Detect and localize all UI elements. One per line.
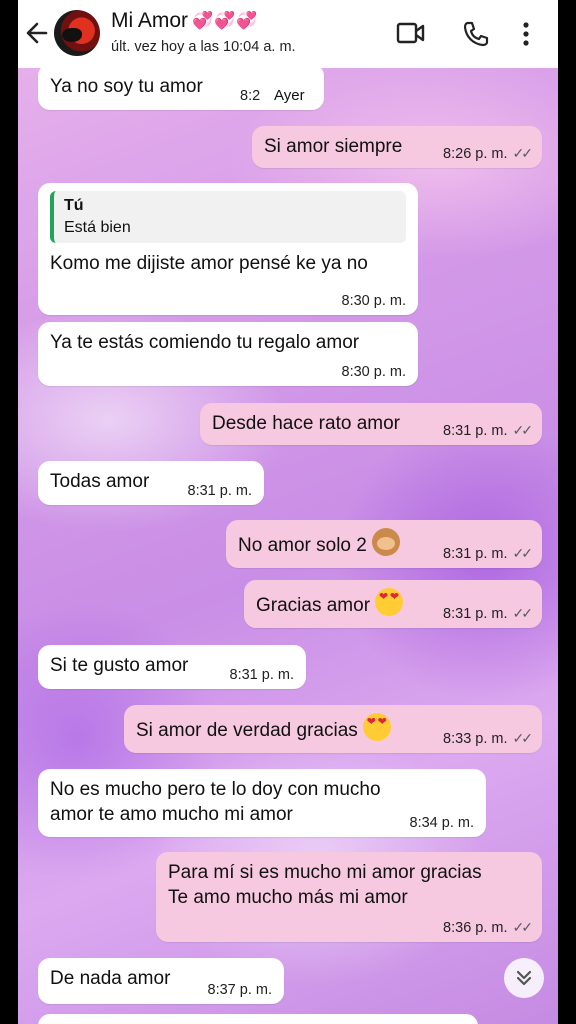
message-incoming-partial[interactable] xyxy=(38,1014,478,1024)
message-time: 8:31 p. m. ✓✓ xyxy=(443,545,534,562)
message-time: 8:31 p. m. ✓✓ xyxy=(443,422,534,439)
read-ticks-icon: ✓✓ xyxy=(512,919,534,935)
message-outgoing[interactable]: Para mí si es mucho mi amor gracias Te a… xyxy=(156,852,542,942)
read-ticks-icon: ✓✓ xyxy=(512,730,534,746)
message-outgoing[interactable]: No amor solo 2 8:31 p. m. ✓✓ xyxy=(226,520,542,568)
message-time: 8:2 xyxy=(240,88,261,104)
quote-author: Tú xyxy=(64,197,84,214)
chat-header: Mi Amor 💞💞💞 últ. vez hoy a las 10:04 a. … xyxy=(18,0,558,68)
read-ticks-icon: ✓✓ xyxy=(512,145,534,161)
message-incoming[interactable]: Todas amor 8:31 p. m. xyxy=(38,461,264,505)
message-outgoing[interactable]: Si amor siempre 8:26 p. m. ✓✓ xyxy=(252,126,542,168)
message-incoming[interactable]: De nada amor 8:37 p. m. xyxy=(38,958,284,1004)
read-ticks-icon: ✓✓ xyxy=(512,422,534,438)
voice-call-icon[interactable] xyxy=(462,20,490,53)
quoted-message[interactable]: Tú Está bien xyxy=(50,191,406,243)
message-incoming[interactable]: Tú Está bien Komo me dijiste amor pensé … xyxy=(38,183,418,315)
message-time: 8:33 p. m. ✓✓ xyxy=(443,730,534,747)
read-ticks-icon: ✓✓ xyxy=(512,605,534,621)
video-call-icon[interactable] xyxy=(396,20,426,51)
message-time: 8:30 p. m. xyxy=(341,364,406,380)
message-incoming[interactable]: Si te gusto amor 8:31 p. m. xyxy=(38,645,306,689)
day-label: Ayer xyxy=(272,87,307,104)
monkey-emoji-icon xyxy=(371,528,400,556)
back-arrow-icon[interactable] xyxy=(24,18,52,48)
contact-name: Mi Amor xyxy=(111,9,189,32)
message-text: Ya te estás comiendo tu regalo amor xyxy=(50,332,360,353)
message-outgoing[interactable]: Gracias amor 8:31 p. m.✓✓ xyxy=(244,580,542,628)
message-time: 8:34 p. m. xyxy=(409,815,474,831)
read-ticks-icon: ✓✓ xyxy=(512,545,534,561)
message-outgoing[interactable]: Desde hace rato amor 8:31 p. m. ✓✓ xyxy=(200,403,542,445)
contact-avatar[interactable] xyxy=(54,10,100,56)
message-time: 8:37 p. m. xyxy=(207,982,272,998)
message-outgoing[interactable]: Si amor de verdad gracias 8:33 p. m.✓✓ xyxy=(124,705,542,753)
chat-screen: Mi Amor 💞💞💞 últ. vez hoy a las 10:04 a. … xyxy=(18,0,558,1024)
contact-title[interactable]: Mi Amor 💞💞💞 xyxy=(111,9,259,33)
more-options-icon[interactable] xyxy=(520,20,532,53)
quote-text: Está bien xyxy=(64,219,131,236)
last-seen-status: últ. vez hoy a las 10:04 a. m. xyxy=(111,39,296,55)
message-incoming[interactable]: Ya no soy tu amor 8:2 Ayer xyxy=(38,64,324,110)
hearts-emoji: 💞💞💞 xyxy=(192,11,259,30)
message-time: 8:31 p. m. xyxy=(187,483,252,499)
scroll-to-bottom-button[interactable] xyxy=(504,958,544,998)
message-text: Komo me dijiste amor pensé ke ya no xyxy=(50,253,368,274)
heart-eyes-emoji-icon xyxy=(375,588,404,616)
message-time: 8:31 p. m. xyxy=(229,667,294,683)
message-time: 8:31 p. m. ✓✓ xyxy=(443,605,534,622)
message-time: 8:26 p. m. ✓✓ xyxy=(443,145,534,162)
message-incoming[interactable]: No es mucho pero te lo doy con mucho amo… xyxy=(38,769,486,837)
message-text: Para mí si es mucho mi amor gracias Te a… xyxy=(168,862,482,908)
heart-eyes-emoji-icon xyxy=(362,713,391,741)
double-chevron-down-icon xyxy=(516,970,532,986)
message-time: 8:30 p. m. xyxy=(341,293,406,309)
message-incoming[interactable]: Ya te estás comiendo tu regalo amor 8:30… xyxy=(38,322,418,386)
message-time: 8:36 p. m. ✓✓ xyxy=(443,919,534,936)
